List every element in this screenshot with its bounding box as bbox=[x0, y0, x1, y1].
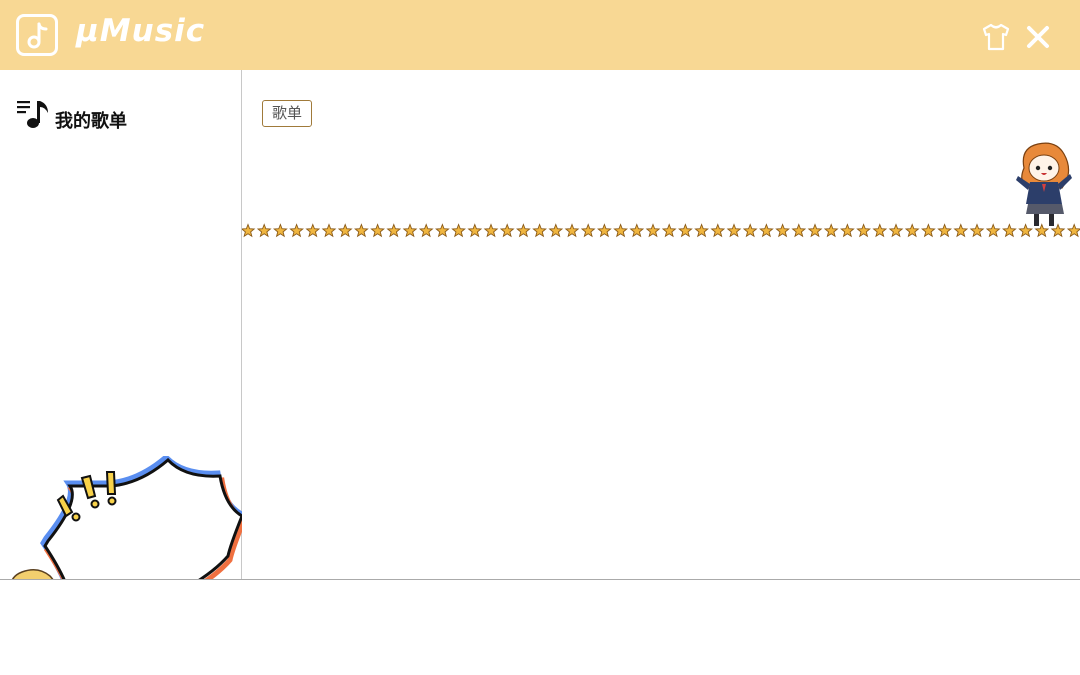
star-icon bbox=[629, 223, 645, 238]
star-icon bbox=[904, 223, 920, 238]
star-icon bbox=[775, 223, 790, 238]
star-icon bbox=[742, 223, 758, 238]
close-button[interactable] bbox=[1024, 23, 1052, 51]
star-icon bbox=[516, 223, 531, 238]
star-divider bbox=[242, 223, 1080, 238]
star-icon bbox=[856, 223, 871, 238]
star-icon bbox=[661, 223, 677, 238]
star-icon bbox=[256, 223, 272, 238]
chibi-girl-illustration bbox=[1016, 142, 1072, 226]
star-icon bbox=[580, 223, 596, 238]
star-icon bbox=[921, 223, 936, 238]
main-panel: 歌单 bbox=[242, 70, 1080, 580]
star-icon bbox=[985, 223, 1001, 238]
star-icon bbox=[370, 223, 385, 238]
star-icon bbox=[564, 223, 580, 238]
star-icon bbox=[840, 223, 855, 238]
star-icon bbox=[418, 223, 434, 238]
star-icon bbox=[759, 223, 774, 238]
star-icon bbox=[807, 223, 823, 238]
star-icon bbox=[402, 223, 418, 238]
star-icon bbox=[242, 223, 256, 238]
star-icon bbox=[1050, 223, 1066, 238]
star-icon bbox=[337, 223, 353, 238]
star-icon bbox=[532, 223, 547, 238]
star-icon bbox=[321, 223, 337, 238]
star-icon bbox=[1066, 223, 1080, 238]
app-title: µMusic bbox=[76, 13, 206, 49]
sidebar-item-my-playlists[interactable]: 我的歌单 bbox=[14, 98, 214, 132]
star-icon bbox=[499, 223, 515, 238]
sidebar: 我的歌单 bbox=[0, 70, 242, 648]
star-icon bbox=[791, 223, 807, 238]
star-icon bbox=[678, 223, 693, 238]
star-icon bbox=[305, 223, 321, 238]
star-icon bbox=[451, 223, 466, 238]
star-icon bbox=[726, 223, 742, 238]
star-icon bbox=[597, 223, 612, 238]
close-icon bbox=[1027, 26, 1049, 48]
star-icon bbox=[969, 223, 985, 238]
star-icon bbox=[289, 223, 304, 238]
star-icon bbox=[823, 223, 839, 238]
star-icon bbox=[710, 223, 726, 238]
star-icon bbox=[483, 223, 499, 238]
star-icon bbox=[1002, 223, 1017, 238]
star-icon bbox=[435, 223, 450, 238]
title-bar: µMusic bbox=[0, 0, 1080, 70]
star-icon bbox=[273, 223, 288, 238]
tab-playlists[interactable]: 歌单 bbox=[262, 100, 313, 127]
sidebar-item-label: 我的歌单 bbox=[55, 111, 127, 132]
star-icon bbox=[645, 223, 661, 238]
player-bar bbox=[0, 580, 1080, 675]
star-icon bbox=[953, 223, 969, 238]
tshirt-icon bbox=[982, 23, 1010, 51]
star-icon bbox=[872, 223, 888, 238]
star-icon bbox=[548, 223, 564, 238]
star-icon bbox=[1018, 223, 1033, 238]
playlist-icon bbox=[17, 101, 48, 128]
music-note-icon bbox=[16, 14, 58, 56]
star-icon bbox=[694, 223, 709, 238]
star-icon bbox=[613, 223, 628, 238]
star-icon bbox=[467, 223, 483, 238]
star-icon bbox=[1034, 223, 1050, 238]
star-icon bbox=[937, 223, 952, 238]
skin-button[interactable] bbox=[980, 21, 1012, 53]
star-icon bbox=[354, 223, 369, 238]
star-icon bbox=[888, 223, 904, 238]
star-icon bbox=[386, 223, 402, 238]
